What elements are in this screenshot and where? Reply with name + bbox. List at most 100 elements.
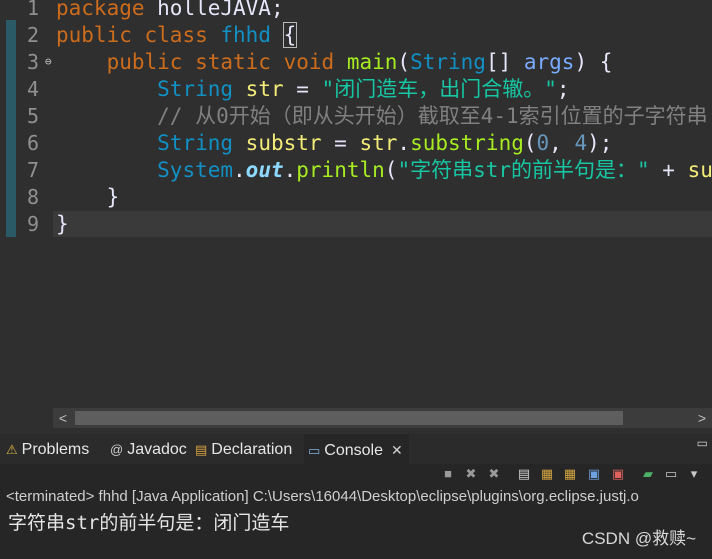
code-token: class <box>144 23 208 47</box>
remove-all-terminated-icon[interactable]: ✖ <box>486 466 502 482</box>
code-token: str <box>245 77 284 101</box>
code-line[interactable]: 3 ⊖ public static void main(String[] args… <box>0 49 712 75</box>
code-token: out <box>245 158 284 182</box>
display-console-icon[interactable]: ▭ <box>663 466 679 482</box>
tab-declaration[interactable]: ▤ Declaration <box>195 434 292 464</box>
code-text: } <box>56 211 69 237</box>
code-token: // 从0开始（即从头开始）截取至4-1索引位置的子字符串 <box>157 104 708 128</box>
code-token: } <box>56 212 69 236</box>
line-number: 4 <box>26 77 40 101</box>
code-token: static <box>195 50 271 74</box>
code-token: void <box>283 50 335 74</box>
line-number: 9 <box>26 212 40 236</box>
code-text: System.out.println("字符串str的前半句是：" + su <box>56 157 712 183</box>
scrollbar-thumb[interactable] <box>75 411 623 425</box>
code-token: , <box>549 131 575 155</box>
line-number: 1 <box>26 0 40 20</box>
code-token: ( <box>523 131 537 155</box>
code-line[interactable]: 9} <box>0 211 712 237</box>
code-token: = <box>321 131 360 155</box>
code-token: . <box>283 158 297 182</box>
code-line[interactable]: 8 } <box>0 184 712 210</box>
code-text: package holleJAVA; <box>56 0 284 21</box>
code-token: } <box>56 185 120 209</box>
word-wrap-icon[interactable]: ▦ <box>562 466 578 482</box>
line-number: 3 <box>26 50 40 74</box>
code-token: . <box>397 131 411 155</box>
console-output[interactable]: 字符串str的前半句是：闭门造车 <box>8 510 289 536</box>
pin-console-icon[interactable]: ▰ <box>640 466 656 482</box>
code-token: = <box>283 77 322 101</box>
code-token: fhhd <box>220 23 271 47</box>
code-line[interactable]: 7 System.out.println("字符串str的前半句是：" + su <box>0 157 712 183</box>
code-text: // 从0开始（即从头开始）截取至4-1索引位置的子字符串 <box>56 103 708 129</box>
declaration-icon: ▤ <box>195 442 208 457</box>
line-number: 7 <box>26 158 40 182</box>
code-token: . <box>233 158 246 182</box>
code-editor[interactable]: 1 package holleJAVA; 2 public class fhhd {3… <box>0 0 712 408</box>
show-on-stderr-icon[interactable]: ▣ <box>610 466 626 482</box>
console-icon: ▭ <box>308 443 321 458</box>
code-text: public static void main(String[] args) { <box>56 49 613 75</box>
line-number: 5 <box>26 104 40 128</box>
code-token: args <box>523 50 575 74</box>
bottom-panel: ⚠ Problems @ Javadoc ▤ Declaration ▭ Console… <box>0 434 712 559</box>
tab-label: Problems <box>21 441 90 458</box>
code-token: "闭门造车，出门合辙。" <box>321 77 557 101</box>
tab-problems[interactable]: ⚠ Problems <box>6 434 89 464</box>
show-on-stdout-icon[interactable]: ▣ <box>586 466 602 482</box>
code-token: substr <box>245 131 322 155</box>
close-icon[interactable]: ✕ <box>391 442 403 458</box>
code-token: public <box>56 23 132 47</box>
console-toolbar: ■ ✖ ✖ ▤ ▦ ▦ ▣ ▣ ▰ ▭ ▾ <box>0 464 712 486</box>
code-token: main <box>346 50 398 74</box>
code-token: { <box>282 22 298 48</box>
fold-toggle-icon[interactable]: ⊖ <box>45 49 53 75</box>
remove-launch-icon[interactable]: ✖ <box>463 466 479 482</box>
code-text: } <box>56 184 120 210</box>
watermark: CSDN @救赎~ <box>581 529 696 548</box>
code-token: "字符串str的前半句是：" <box>397 158 650 182</box>
dropdown-icon[interactable]: ▾ <box>686 466 702 482</box>
code-token: ( <box>384 158 398 182</box>
code-line[interactable]: 5 // 从0开始（即从头开始）截取至4-1索引位置的子字符串 <box>0 103 712 129</box>
tab-javadoc[interactable]: @ Javadoc <box>110 434 187 464</box>
code-token: su <box>687 158 712 182</box>
tab-label: Javadoc <box>127 441 187 458</box>
code-token: String <box>157 131 234 155</box>
code-token: 4 <box>574 131 588 155</box>
problems-icon: ⚠ <box>6 442 18 457</box>
code-token: [] <box>485 50 524 74</box>
code-line[interactable]: 2 public class fhhd { <box>0 22 712 48</box>
tab-console[interactable]: ▭ Console ✕ <box>304 434 409 464</box>
scroll-left-icon[interactable]: < <box>53 408 73 428</box>
code-token: String <box>410 50 486 74</box>
terminate-icon[interactable]: ■ <box>440 466 456 482</box>
scroll-lock-icon[interactable]: ▦ <box>539 466 555 482</box>
code-token: String <box>157 77 234 101</box>
code-line[interactable]: 4 String str = "闭门造车，出门合辙。"; <box>0 76 712 102</box>
panel-tab-bar: ⚠ Problems @ Javadoc ▤ Declaration ▭ Console… <box>0 434 712 464</box>
code-line[interactable]: 1 package holleJAVA; <box>0 0 712 21</box>
tab-label: Declaration <box>211 441 293 458</box>
code-line[interactable]: 6 String substr = str.substring(0, 4); <box>0 130 712 156</box>
code-text: public class fhhd { <box>56 22 298 48</box>
code-token: ( <box>397 50 411 74</box>
code-text: String substr = str.substring(0, 4); <box>56 130 612 156</box>
tab-label: Console <box>324 442 383 459</box>
code-token: System <box>157 158 234 182</box>
scroll-right-icon[interactable]: > <box>692 408 712 428</box>
code-text: String str = "闭门造车，出门合辙。"; <box>56 76 569 102</box>
editor-horizontal-scrollbar[interactable]: < > <box>53 408 712 428</box>
minimize-icon[interactable]: ▭ <box>697 436 708 450</box>
clear-console-icon[interactable]: ▤ <box>516 466 532 482</box>
